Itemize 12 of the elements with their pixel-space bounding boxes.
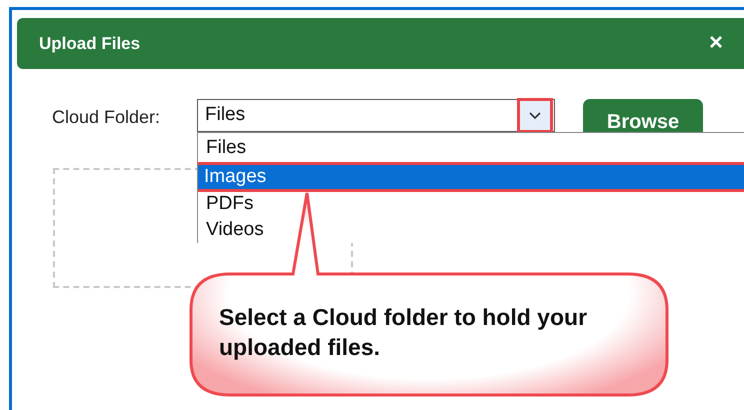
- dropdown-option[interactable]: Files: [198, 136, 744, 162]
- close-button[interactable]: ×: [705, 30, 727, 56]
- select-value: Files: [205, 103, 246, 128]
- dropdown-option[interactable]: Videos: [198, 218, 744, 243]
- dropdown-button[interactable]: [517, 98, 553, 133]
- callout-text: Select a Cloud folder to hold your uploaded files.: [219, 303, 588, 362]
- dropdown-option[interactable]: Images: [198, 162, 744, 192]
- dialog-title: Upload Files: [39, 32, 140, 55]
- chevron-icon: [529, 112, 541, 120]
- field-label: Cloud Folder:: [52, 106, 160, 129]
- dropdown-option[interactable]: PDFs: [198, 192, 744, 218]
- folder-select[interactable]: Files: [197, 99, 555, 132]
